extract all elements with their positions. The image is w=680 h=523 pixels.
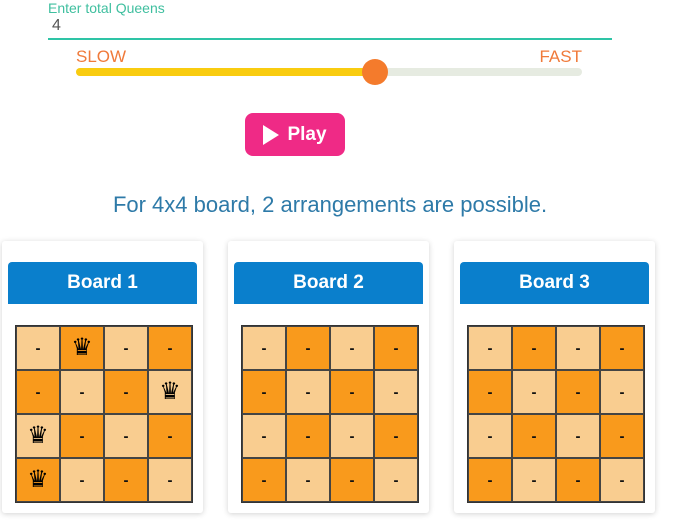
empty-cell: - xyxy=(242,414,286,458)
empty-cell: - xyxy=(512,458,556,502)
speed-slider[interactable] xyxy=(76,59,582,85)
empty-cell: - xyxy=(512,414,556,458)
queen-icon: ♛ xyxy=(27,466,49,493)
queen-icon: ♛ xyxy=(27,422,49,449)
empty-cell: - xyxy=(468,326,512,370)
empty-cell: - xyxy=(556,458,600,502)
empty-cell: - xyxy=(600,458,644,502)
board-card: Board 2---------------- xyxy=(228,241,429,513)
empty-cell: - xyxy=(468,370,512,414)
empty-cell: - xyxy=(600,414,644,458)
empty-cell: - xyxy=(148,414,192,458)
speed-fast-label: FAST xyxy=(539,47,582,66)
empty-cell: - xyxy=(330,414,374,458)
queens-input-group: Enter total Queens xyxy=(48,0,612,43)
empty-cell: - xyxy=(60,370,104,414)
empty-cell: - xyxy=(556,414,600,458)
empty-cell: - xyxy=(374,326,418,370)
queen-icon: ♛ xyxy=(71,334,93,361)
empty-cell: - xyxy=(242,370,286,414)
empty-cell: - xyxy=(600,370,644,414)
empty-cell: - xyxy=(468,414,512,458)
queen-cell: ♛ xyxy=(16,414,60,458)
speed-slider-fill xyxy=(76,68,375,76)
empty-cell: - xyxy=(104,370,148,414)
empty-cell: - xyxy=(16,326,60,370)
chess-board: ---------------- xyxy=(241,325,419,503)
empty-cell: - xyxy=(104,458,148,502)
empty-cell: - xyxy=(512,326,556,370)
empty-cell: - xyxy=(104,326,148,370)
empty-cell: - xyxy=(242,458,286,502)
result-message: For 4x4 board, 2 arrangements are possib… xyxy=(112,192,548,217)
empty-cell: - xyxy=(600,326,644,370)
queen-cell: ♛ xyxy=(60,326,104,370)
empty-cell: - xyxy=(286,414,330,458)
board-title: Board 3 xyxy=(460,262,649,304)
empty-cell: - xyxy=(148,458,192,502)
board-title: Board 2 xyxy=(234,262,423,304)
play-button[interactable]: Play xyxy=(245,113,345,156)
chess-board: ---------------- xyxy=(467,325,645,503)
empty-cell: - xyxy=(330,458,374,502)
board-card: Board 3---------------- xyxy=(454,241,655,513)
empty-cell: - xyxy=(512,370,556,414)
play-icon xyxy=(263,124,280,145)
empty-cell: - xyxy=(374,458,418,502)
empty-cell: - xyxy=(556,326,600,370)
empty-cell: - xyxy=(374,370,418,414)
empty-cell: - xyxy=(374,414,418,458)
empty-cell: - xyxy=(16,370,60,414)
empty-cell: - xyxy=(286,458,330,502)
speed-slider-thumb[interactable] xyxy=(361,59,388,85)
empty-cell: - xyxy=(330,326,374,370)
empty-cell: - xyxy=(148,326,192,370)
queen-icon: ♛ xyxy=(159,378,181,405)
empty-cell: - xyxy=(286,370,330,414)
chess-board: - ♛ - - - - - ♛ ♛ - - - ♛ - - - xyxy=(15,325,193,503)
queen-cell: ♛ xyxy=(148,370,192,414)
play-button-label: Play xyxy=(287,123,327,145)
empty-cell: - xyxy=(242,326,286,370)
queens-input[interactable] xyxy=(48,14,612,40)
empty-cell: - xyxy=(330,370,374,414)
empty-cell: - xyxy=(104,414,148,458)
empty-cell: - xyxy=(556,370,600,414)
empty-cell: - xyxy=(468,458,512,502)
queen-cell: ♛ xyxy=(16,458,60,502)
board-card: Board 1- ♛ - - - - - ♛ ♛ - - - ♛ - - - xyxy=(2,241,203,513)
board-title: Board 1 xyxy=(8,262,197,304)
empty-cell: - xyxy=(286,326,330,370)
speed-slow-label: SLOW xyxy=(76,47,127,66)
empty-cell: - xyxy=(60,414,104,458)
empty-cell: - xyxy=(60,458,104,502)
